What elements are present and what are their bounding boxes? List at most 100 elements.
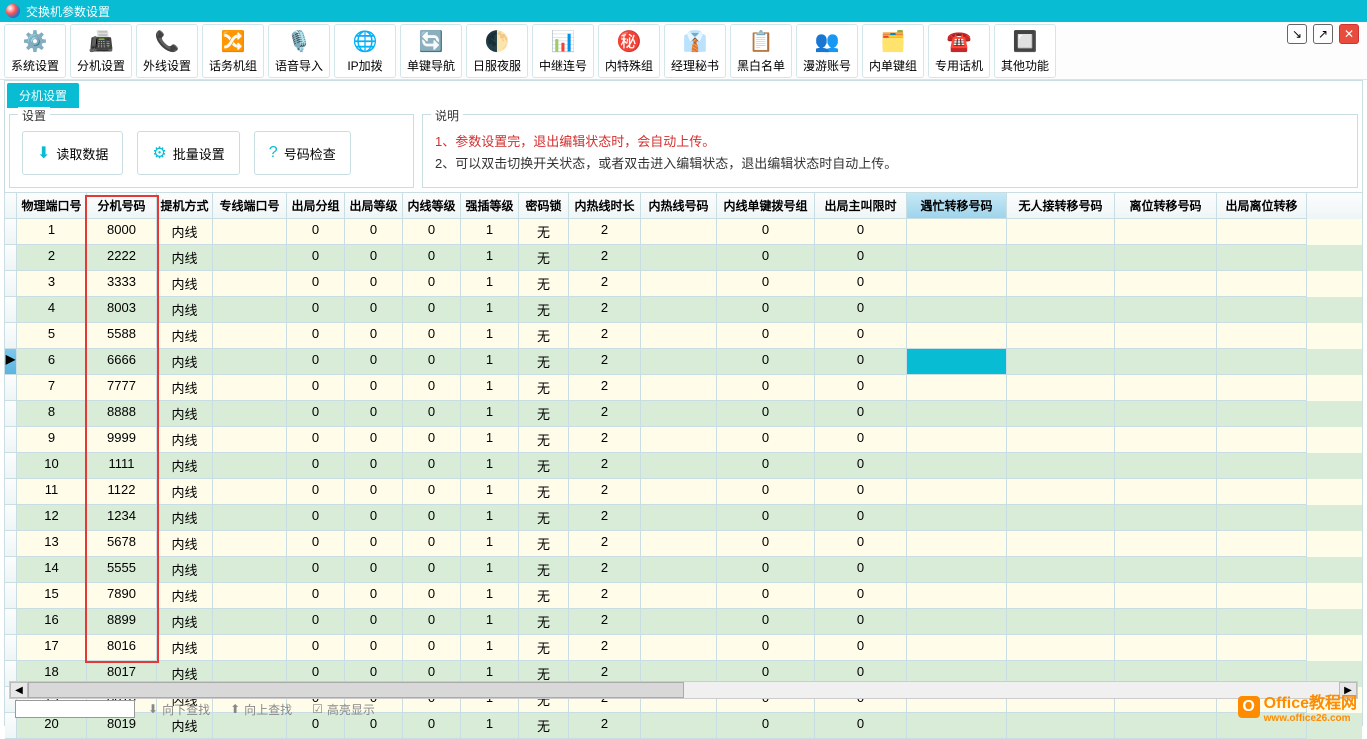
table-row[interactable]: 168899内线0001无200 [5,609,1362,635]
table-cell[interactable]: 9999 [87,427,157,453]
table-cell[interactable] [213,323,287,349]
table-cell[interactable]: 0 [287,635,345,661]
table-cell[interactable]: 1 [461,349,519,375]
dedicated-phone-button[interactable]: ☎️专用话机 [928,24,990,78]
column-header[interactable]: 提机方式 [157,193,213,219]
table-cell[interactable]: 8016 [87,635,157,661]
table-cell[interactable]: 无 [519,609,569,635]
table-cell[interactable]: 0 [345,531,403,557]
table-row[interactable]: 22222内线0001无200 [5,245,1362,271]
table-cell[interactable] [1007,557,1115,583]
table-cell[interactable] [1217,219,1307,245]
table-cell[interactable]: 2 [569,583,641,609]
table-cell[interactable] [1007,583,1115,609]
column-header[interactable]: 物理端口号 [17,193,87,219]
table-cell[interactable]: 16 [17,609,87,635]
column-header[interactable]: 出局主叫限时 [815,193,907,219]
table-cell[interactable]: 0 [403,297,461,323]
table-cell[interactable]: 8899 [87,609,157,635]
table-cell[interactable] [1115,583,1217,609]
table-cell[interactable] [907,479,1007,505]
table-cell[interactable]: 1 [461,453,519,479]
read-data-button[interactable]: ⬇ 读取数据 [22,131,123,175]
table-row[interactable]: 135678内线0001无200 [5,531,1362,557]
table-cell[interactable]: 1 [461,505,519,531]
table-cell[interactable] [907,375,1007,401]
table-cell[interactable] [1217,271,1307,297]
table-cell[interactable]: 1 [461,219,519,245]
table-cell[interactable] [1007,271,1115,297]
row-header[interactable] [5,609,17,635]
table-cell[interactable]: 2 [569,401,641,427]
table-row[interactable]: 178016内线0001无200 [5,635,1362,661]
table-cell[interactable]: 内线 [157,557,213,583]
table-cell[interactable] [907,401,1007,427]
table-cell[interactable]: 0 [717,427,815,453]
table-cell[interactable]: 0 [717,349,815,375]
table-cell[interactable] [213,271,287,297]
row-header[interactable] [5,453,17,479]
table-cell[interactable]: 0 [287,401,345,427]
column-header[interactable]: 强插等级 [461,193,519,219]
column-header[interactable]: 分机号码 [87,193,157,219]
table-cell[interactable]: 内线 [157,635,213,661]
table-cell[interactable]: 2 [569,635,641,661]
table-cell[interactable]: 1 [461,297,519,323]
table-cell[interactable] [1115,245,1217,271]
table-row[interactable]: 55588内线0001无200 [5,323,1362,349]
special-group-button[interactable]: ㊙️内特殊组 [598,24,660,78]
table-cell[interactable] [1007,297,1115,323]
table-cell[interactable]: 0 [403,349,461,375]
table-cell[interactable] [1217,479,1307,505]
table-cell[interactable] [1007,531,1115,557]
traffic-group-button[interactable]: 🔀话务机组 [202,24,264,78]
table-cell[interactable]: 0 [815,479,907,505]
table-cell[interactable] [213,245,287,271]
table-row[interactable]: 48003内线0001无200 [5,297,1362,323]
table-cell[interactable] [641,635,717,661]
table-cell[interactable] [213,479,287,505]
table-cell[interactable]: 1 [461,401,519,427]
table-cell[interactable]: 0 [815,245,907,271]
table-cell[interactable] [641,479,717,505]
table-cell[interactable]: 内线 [157,219,213,245]
number-check-button[interactable]: ? 号码检查 [254,131,351,175]
table-cell[interactable]: 0 [345,323,403,349]
table-cell[interactable]: 0 [345,297,403,323]
table-row[interactable]: 77777内线0001无200 [5,375,1362,401]
table-cell[interactable] [1217,323,1307,349]
table-cell[interactable]: 2222 [87,245,157,271]
table-cell[interactable]: 内线 [157,479,213,505]
table-cell[interactable]: 0 [815,505,907,531]
table-cell[interactable] [641,375,717,401]
row-header[interactable] [5,505,17,531]
voice-import-button[interactable]: 🎙️语音导入 [268,24,330,78]
table-cell[interactable]: 1 [461,635,519,661]
table-cell[interactable]: 2 [569,479,641,505]
table-cell[interactable]: 7777 [87,375,157,401]
table-cell[interactable]: 1122 [87,479,157,505]
table-cell[interactable] [213,401,287,427]
table-cell[interactable]: 0 [815,453,907,479]
table-cell[interactable]: 0 [815,635,907,661]
table-cell[interactable]: 6666 [87,349,157,375]
table-cell[interactable]: 8003 [87,297,157,323]
table-cell[interactable]: 7 [17,375,87,401]
table-cell[interactable]: 0 [345,505,403,531]
table-cell[interactable]: 9 [17,427,87,453]
table-cell[interactable] [1115,323,1217,349]
table-row[interactable]: 101111内线0001无200 [5,453,1362,479]
table-cell[interactable] [1007,323,1115,349]
table-cell[interactable] [1115,635,1217,661]
table-cell[interactable] [213,375,287,401]
search-input[interactable] [15,700,135,718]
table-cell[interactable] [907,505,1007,531]
column-header[interactable]: 遇忙转移号码 [907,193,1007,219]
table-cell[interactable]: 0 [287,297,345,323]
table-cell[interactable]: 无 [519,635,569,661]
table-cell[interactable]: 13 [17,531,87,557]
table-cell[interactable]: 2 [569,219,641,245]
table-cell[interactable]: 1 [461,323,519,349]
table-cell[interactable] [1115,453,1217,479]
row-header[interactable] [5,375,17,401]
